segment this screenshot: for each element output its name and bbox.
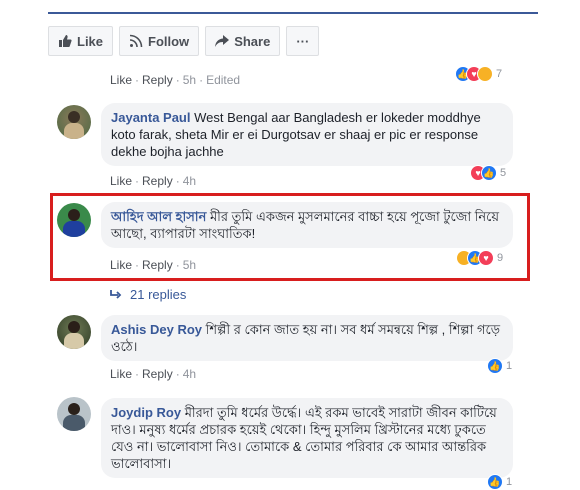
avatar[interactable] [57,203,91,237]
haha-reaction-icon [477,66,493,82]
like-link[interactable]: Like [110,367,132,381]
avatar[interactable] [57,105,91,139]
share-button[interactable]: Share [205,26,281,56]
comment-meta: Like · Reply · 4h [110,367,197,381]
comment-author[interactable]: Joydip Roy [111,405,181,420]
timestamp[interactable]: 4h [183,367,196,381]
comment-author[interactable]: Ashis Dey Roy [111,322,202,337]
like-reaction-icon: 👍 [487,474,503,490]
reaction-summary[interactable]: ♥ 👍 5 [470,165,506,181]
reply-link[interactable]: Reply [142,73,173,87]
rss-icon [129,34,143,48]
timestamp[interactable]: 5h [183,73,196,87]
reaction-summary[interactable]: 👍 1 [487,358,512,374]
avatar[interactable] [57,397,91,431]
like-reaction-icon: 👍 [481,165,497,181]
like-label: Like [77,33,104,49]
comment-meta: Like · Reply · 5h [110,258,197,272]
thumbs-up-icon [59,35,72,47]
post-action-bar: Like Follow Share ··· [48,26,320,58]
avatar[interactable] [57,315,91,349]
like-reaction-icon: 👍 [487,358,503,374]
like-link[interactable]: Like [110,73,132,87]
comment-author[interactable]: Jayanta Paul [111,110,191,125]
reaction-summary[interactable]: 👍 ♥ 9 [456,250,503,266]
reply-link[interactable]: Reply [142,174,173,188]
comment-author[interactable]: আহিদ আল হাসান [111,209,206,224]
reaction-summary[interactable]: 👍 1 [487,474,512,490]
follow-label: Follow [148,33,190,49]
share-arrow-icon [215,35,230,47]
reply-link[interactable]: Reply [142,367,173,381]
reaction-count: 1 [506,476,513,488]
comment-bubble: Joydip Roy মীরদা তুমি ধর্মের উর্দ্ধে। এই… [101,398,513,478]
follow-button[interactable]: Follow [119,26,200,56]
love-reaction-icon: ♥ [478,250,494,266]
reply-link[interactable]: Reply [142,258,173,272]
timestamp[interactable]: 4h [183,174,196,188]
comment-bubble: Jayanta Paul West Bengal aar Bangladesh … [101,103,513,166]
comment-meta: Like · Reply · 4h [110,174,197,188]
comment-bubble: আহিদ আল হাসান মীর তুমি একজন মুসলমানের বা… [101,202,513,248]
more-dots-icon: ··· [296,33,310,49]
share-label: Share [234,33,271,49]
reaction-count: 9 [497,252,504,264]
edited-label: Edited [206,73,241,87]
timestamp[interactable]: 5h [183,258,196,272]
reaction-count: 1 [506,360,513,372]
reply-arrow-icon [110,289,122,299]
post-top-border [48,12,538,14]
reaction-count: 7 [496,68,503,80]
comment-bubble: Ashis Dey Roy শিল্পী র কোন জাত হয় না। স… [101,315,513,361]
previous-comment-meta: Like · Reply · 5h · Edited [110,73,241,87]
view-replies-link[interactable]: 21 replies [110,287,186,302]
like-link[interactable]: Like [110,258,132,272]
like-link[interactable]: Like [110,174,132,188]
replies-count-label: 21 replies [130,287,187,302]
like-button[interactable]: Like [48,26,114,56]
reaction-summary[interactable]: 👍 ♥ 7 [455,66,502,82]
more-options-button[interactable]: ··· [286,26,320,56]
reaction-count: 5 [500,167,507,179]
